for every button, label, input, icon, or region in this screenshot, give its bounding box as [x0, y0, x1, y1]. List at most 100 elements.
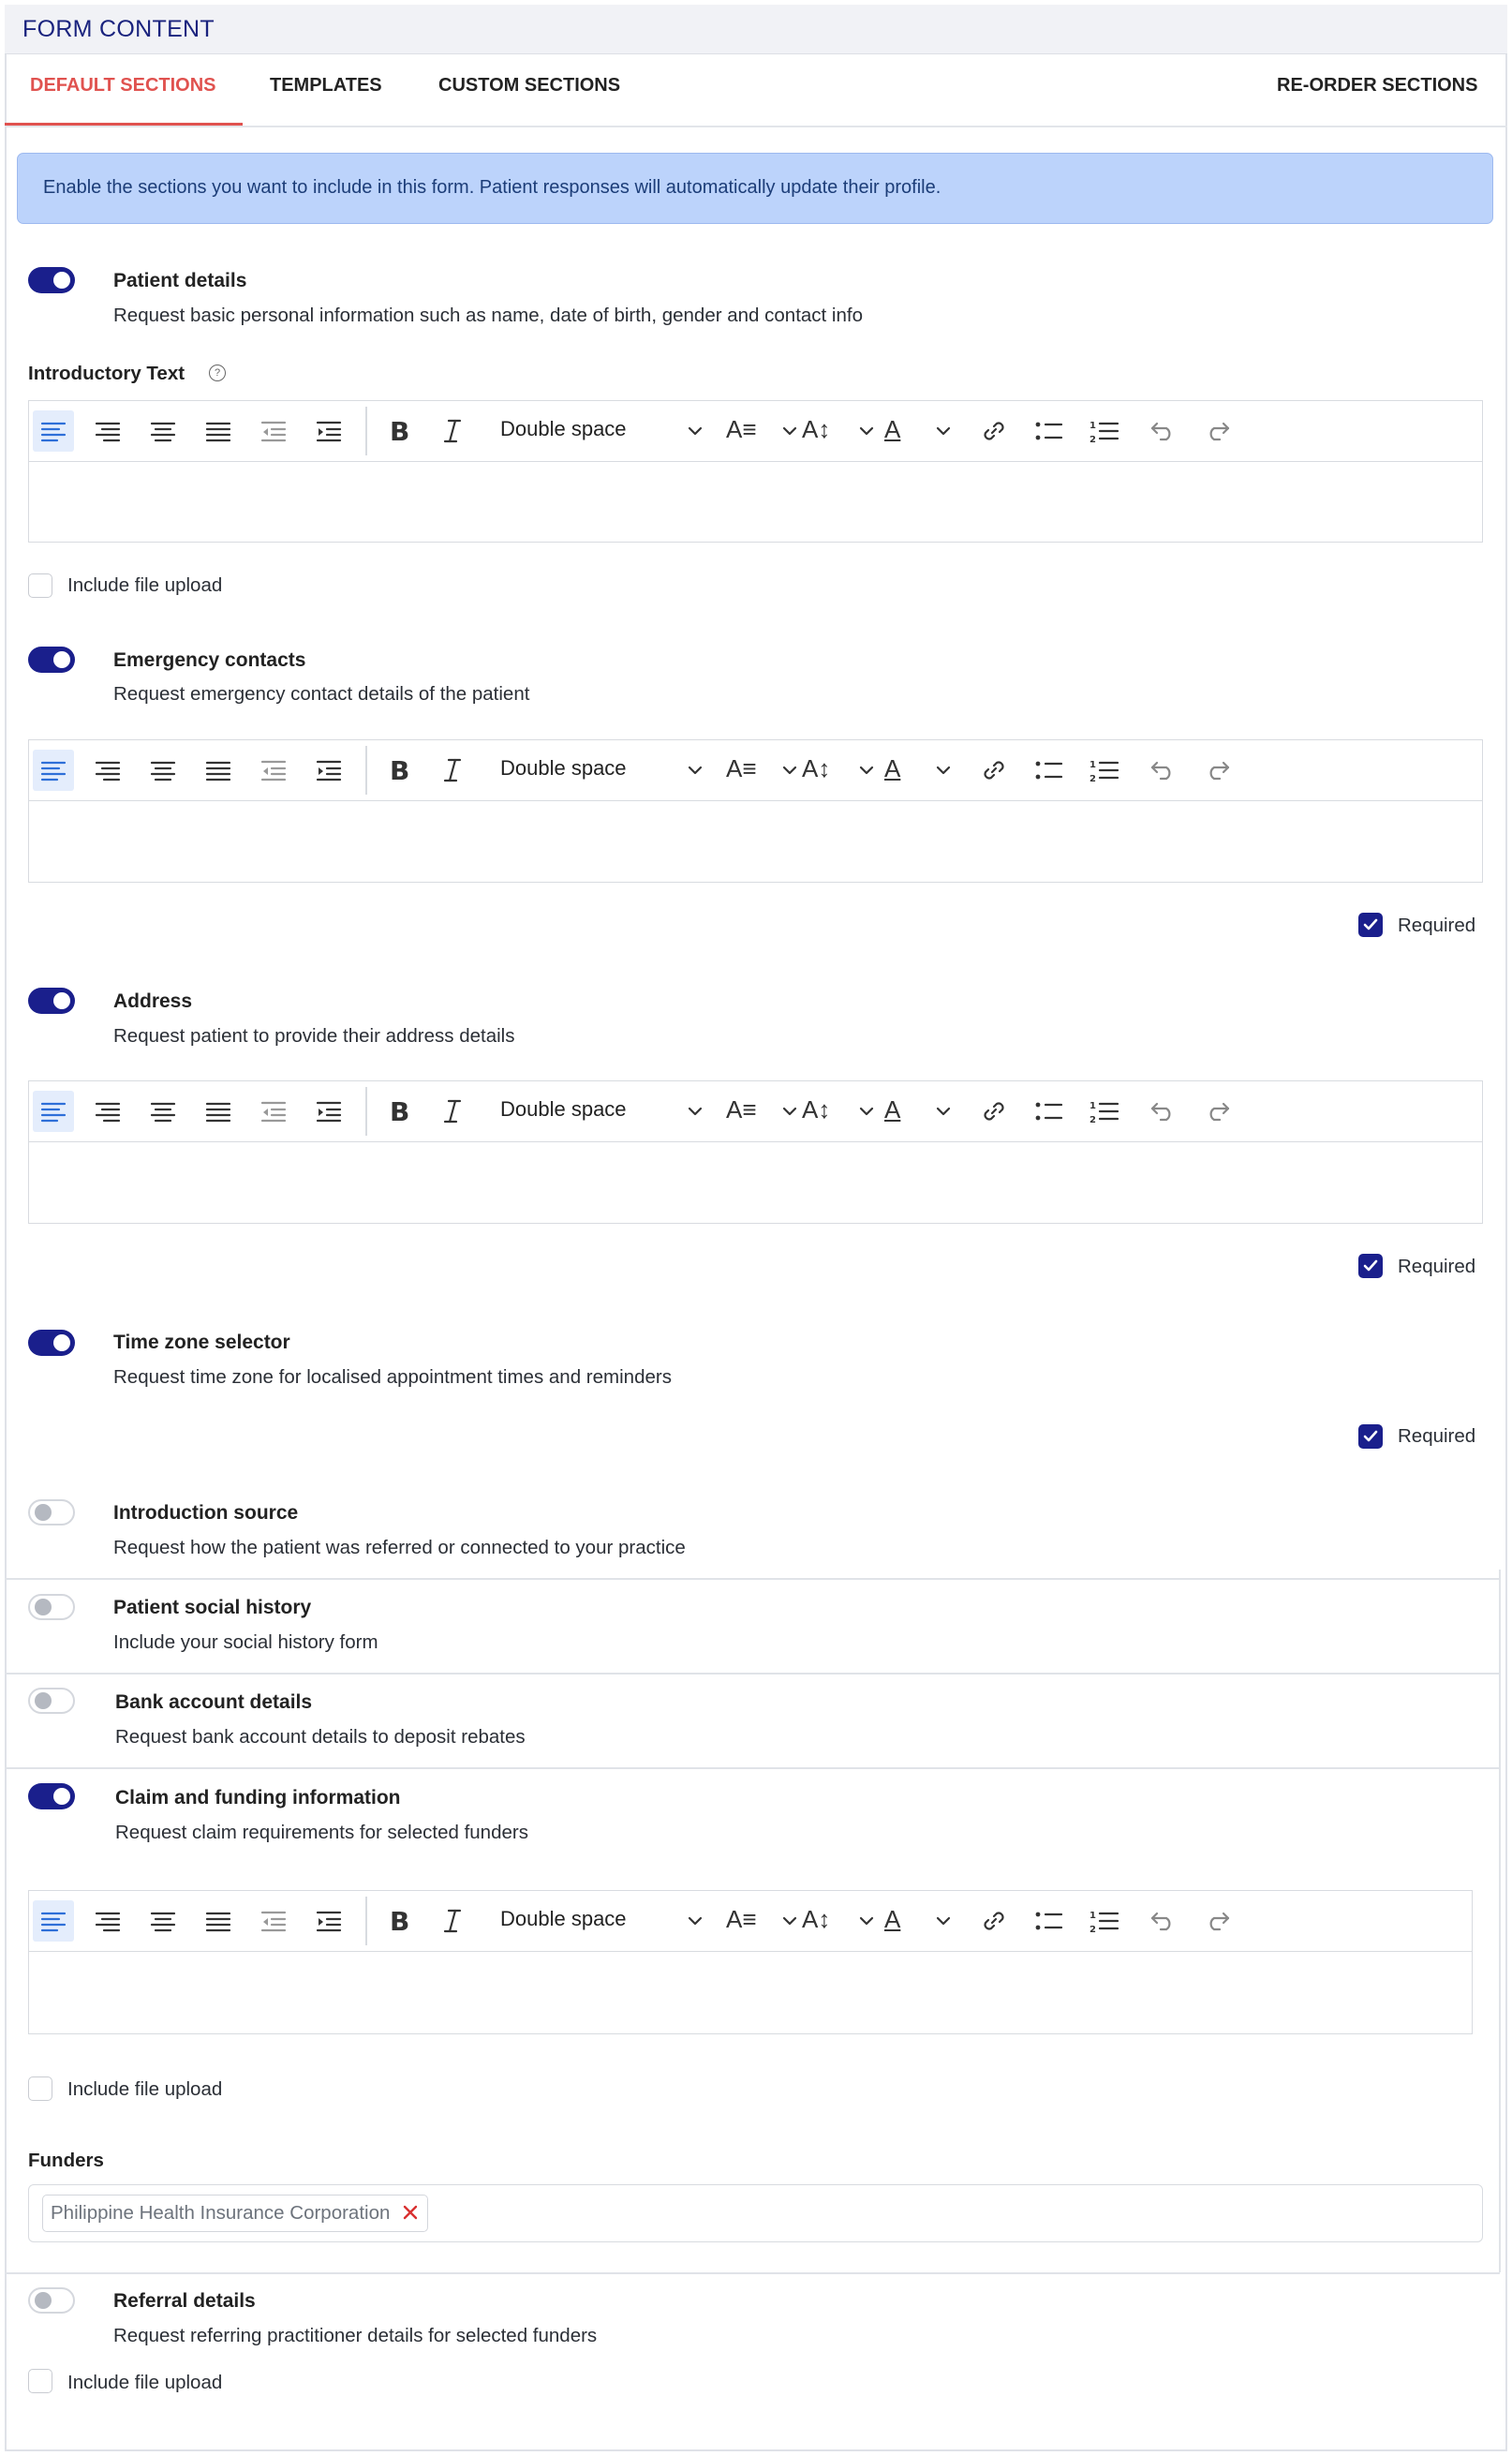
tab-custom-sections[interactable]: CUSTOM SECTIONS	[438, 75, 620, 97]
chevron-down-icon[interactable]	[923, 1900, 964, 1942]
align-center-icon[interactable]	[142, 410, 184, 452]
chevron-down-icon[interactable]	[923, 410, 964, 452]
align-right-icon[interactable]	[87, 750, 128, 791]
align-right-icon[interactable]	[87, 1091, 128, 1132]
line-spacing-select[interactable]: Double space	[500, 1097, 627, 1122]
redo-icon[interactable]	[1197, 410, 1238, 452]
indent-icon[interactable]	[308, 1091, 349, 1132]
numbered-list-icon[interactable]: 12	[1084, 410, 1125, 452]
align-right-icon[interactable]	[87, 1900, 128, 1942]
align-justify-icon[interactable]	[198, 1091, 239, 1132]
outdent-icon[interactable]	[253, 1900, 294, 1942]
link-icon[interactable]	[973, 410, 1015, 452]
time-zone-toggle[interactable]	[28, 1330, 75, 1356]
align-justify-icon[interactable]	[198, 750, 239, 791]
font-size-icon[interactable]: A≡	[726, 415, 757, 443]
link-icon[interactable]	[973, 1091, 1015, 1132]
claim-file-upload-checkbox[interactable]	[28, 2076, 52, 2101]
font-size-icon[interactable]: A≡	[726, 1905, 757, 1933]
help-icon[interactable]: ?	[209, 365, 226, 381]
undo-icon[interactable]	[1142, 1900, 1183, 1942]
referral-file-upload-checkbox[interactable]	[28, 2369, 52, 2393]
align-left-icon[interactable]	[33, 750, 74, 791]
social-history-toggle[interactable]	[28, 1594, 75, 1620]
link-icon[interactable]	[973, 1900, 1015, 1942]
chevron-down-icon[interactable]	[674, 410, 716, 452]
bold-icon[interactable]: B	[378, 750, 419, 791]
chevron-down-icon[interactable]	[923, 1091, 964, 1132]
address-toggle[interactable]	[28, 988, 75, 1014]
align-center-icon[interactable]	[142, 1900, 184, 1942]
bullet-list-icon[interactable]	[1029, 750, 1070, 791]
claim-funding-toggle[interactable]	[28, 1783, 75, 1809]
patient-details-toggle[interactable]	[28, 267, 75, 293]
bold-icon[interactable]: B	[378, 1091, 419, 1132]
line-spacing-select[interactable]: Double space	[500, 1907, 627, 1931]
font-size-icon[interactable]: A≡	[726, 1095, 757, 1124]
line-height-icon[interactable]: A↕	[802, 415, 830, 443]
indent-icon[interactable]	[308, 410, 349, 452]
text-color-icon[interactable]: A	[884, 415, 900, 443]
chevron-down-icon[interactable]	[674, 1900, 716, 1942]
editor-content-area[interactable]	[29, 461, 1482, 542]
chevron-down-icon[interactable]	[846, 750, 887, 791]
align-left-icon[interactable]	[33, 1900, 74, 1942]
tab-templates[interactable]: TEMPLATES	[270, 75, 382, 97]
indent-icon[interactable]	[308, 1900, 349, 1942]
outdent-icon[interactable]	[253, 750, 294, 791]
indent-icon[interactable]	[308, 750, 349, 791]
bullet-list-icon[interactable]	[1029, 1900, 1070, 1942]
bullet-list-icon[interactable]	[1029, 1091, 1070, 1132]
chevron-down-icon[interactable]	[674, 1091, 716, 1132]
emergency-contacts-toggle[interactable]	[28, 647, 75, 673]
numbered-list-icon[interactable]: 12	[1084, 1900, 1125, 1942]
text-color-icon[interactable]: A	[884, 1905, 900, 1933]
introduction-source-toggle[interactable]	[28, 1499, 75, 1526]
tab-default-sections[interactable]: DEFAULT SECTIONS	[30, 75, 216, 97]
editor-content-area[interactable]	[29, 800, 1482, 882]
italic-icon[interactable]	[432, 750, 473, 791]
line-spacing-select[interactable]: Double space	[500, 756, 627, 781]
chevron-down-icon[interactable]	[846, 1900, 887, 1942]
font-size-icon[interactable]: A≡	[726, 754, 757, 782]
address-required-checkbox[interactable]	[1358, 1254, 1383, 1278]
bank-account-toggle[interactable]	[28, 1688, 75, 1714]
chevron-down-icon[interactable]	[674, 750, 716, 791]
align-right-icon[interactable]	[87, 410, 128, 452]
chevron-down-icon[interactable]	[846, 1091, 887, 1132]
tab-reorder-sections[interactable]: RE-ORDER SECTIONS	[1277, 75, 1477, 97]
bullet-list-icon[interactable]	[1029, 410, 1070, 452]
line-spacing-select[interactable]: Double space	[500, 417, 627, 441]
link-icon[interactable]	[973, 750, 1015, 791]
editor-content-area[interactable]	[29, 1951, 1472, 2033]
remove-icon[interactable]	[401, 2203, 420, 2222]
italic-icon[interactable]	[432, 1091, 473, 1132]
bold-icon[interactable]: B	[378, 410, 419, 452]
text-color-icon[interactable]: A	[884, 1095, 900, 1124]
line-height-icon[interactable]: A↕	[802, 1905, 830, 1933]
numbered-list-icon[interactable]: 12	[1084, 750, 1125, 791]
undo-icon[interactable]	[1142, 410, 1183, 452]
align-left-icon[interactable]	[33, 1091, 74, 1132]
chevron-down-icon[interactable]	[923, 750, 964, 791]
numbered-list-icon[interactable]: 12	[1084, 1091, 1125, 1132]
emergency-required-checkbox[interactable]	[1358, 913, 1383, 937]
text-color-icon[interactable]: A	[884, 754, 900, 782]
align-center-icon[interactable]	[142, 1091, 184, 1132]
editor-content-area[interactable]	[29, 1141, 1482, 1223]
undo-icon[interactable]	[1142, 1091, 1183, 1132]
bold-icon[interactable]: B	[378, 1900, 419, 1942]
italic-icon[interactable]	[432, 1900, 473, 1942]
undo-icon[interactable]	[1142, 750, 1183, 791]
chevron-down-icon[interactable]	[846, 410, 887, 452]
include-file-upload-checkbox[interactable]	[28, 573, 52, 598]
redo-icon[interactable]	[1197, 1091, 1238, 1132]
outdent-icon[interactable]	[253, 1091, 294, 1132]
line-height-icon[interactable]: A↕	[802, 754, 830, 782]
referral-details-toggle[interactable]	[28, 2287, 75, 2314]
italic-icon[interactable]	[432, 410, 473, 452]
redo-icon[interactable]	[1197, 750, 1238, 791]
align-left-icon[interactable]	[33, 410, 74, 452]
align-justify-icon[interactable]	[198, 410, 239, 452]
time-zone-required-checkbox[interactable]	[1358, 1424, 1383, 1449]
